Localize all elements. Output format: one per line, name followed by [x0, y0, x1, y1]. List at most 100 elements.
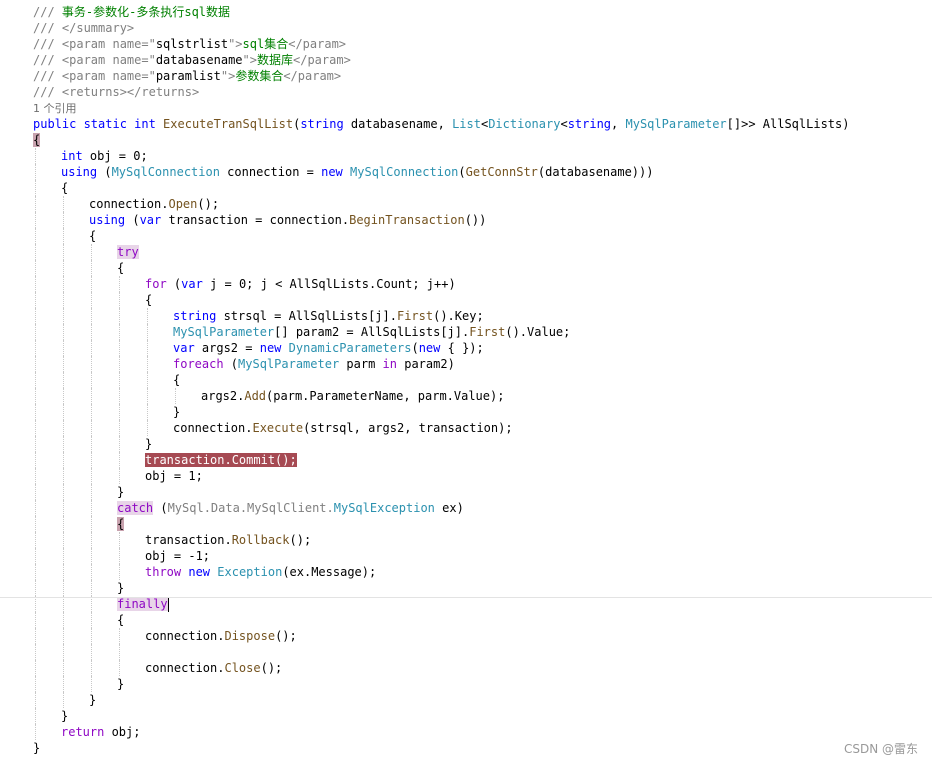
code-text: connection.Execute(strsql, args2, transa…: [173, 420, 513, 436]
code-text: int obj = 0;: [61, 148, 148, 164]
code-line[interactable]: {: [0, 180, 932, 196]
indent-guide: [35, 516, 36, 532]
code-line[interactable]: /// 事务-参数化-多条执行sql数据: [0, 4, 932, 20]
indent-guide: [35, 164, 36, 180]
code-text: }: [89, 692, 96, 708]
code-line[interactable]: /// <param name="sqlstrlist">sql集合</para…: [0, 36, 932, 52]
code-line[interactable]: using (var transaction = connection.Begi…: [0, 212, 932, 228]
code-token: connection.: [145, 629, 225, 643]
code-line[interactable]: catch (MySql.Data.MySqlClient.MySqlExcep…: [0, 500, 932, 516]
code-line[interactable]: }: [0, 404, 932, 420]
code-token: MySqlConnection: [350, 165, 459, 179]
code-token: {: [89, 229, 97, 243]
indent-guide: [91, 244, 92, 260]
indent-guide: [91, 292, 92, 308]
code-line[interactable]: transaction.Commit();: [0, 452, 932, 468]
code-line[interactable]: }: [0, 676, 932, 692]
code-token: 数据库: [256, 53, 293, 67]
indent-guide: [63, 660, 64, 676]
code-token: obj = -1;: [145, 549, 211, 563]
code-token: public static int: [33, 117, 164, 131]
code-token: }: [89, 693, 97, 707]
code-line[interactable]: try: [0, 244, 932, 260]
code-token: Exception: [217, 565, 283, 579]
code-line[interactable]: connection.Open();: [0, 196, 932, 212]
code-text: using (MySqlConnection connection = new …: [61, 164, 653, 180]
indent-guide: [91, 420, 92, 436]
code-line[interactable]: /// <param name="databasename">数据库</para…: [0, 52, 932, 68]
code-line[interactable]: int obj = 0;: [0, 148, 932, 164]
code-line[interactable]: finally: [0, 596, 932, 612]
indent-guide: [35, 596, 36, 612]
code-line[interactable]: {: [0, 228, 932, 244]
indent-guide: [35, 340, 36, 356]
code-line[interactable]: return obj;: [0, 724, 932, 740]
code-line[interactable]: /// <param name="paramlist">参数集合</param>: [0, 68, 932, 84]
code-line[interactable]: connection.Close();: [0, 660, 932, 676]
code-line[interactable]: [0, 644, 932, 660]
code-token: {: [33, 133, 41, 147]
code-token: var: [139, 213, 162, 227]
code-line[interactable]: 1 个引用: [0, 100, 932, 116]
code-line[interactable]: transaction.Rollback();: [0, 532, 932, 548]
code-token: (: [166, 277, 182, 291]
code-line[interactable]: }: [0, 484, 932, 500]
code-line[interactable]: {: [0, 292, 932, 308]
code-token: {: [117, 613, 125, 627]
indent-guide: [91, 580, 92, 596]
indent-guide: [119, 548, 120, 564]
code-line[interactable]: }: [0, 436, 932, 452]
code-token: /// <param name=": [33, 37, 156, 51]
code-line[interactable]: foreach (MySqlParameter parm in param2): [0, 356, 932, 372]
code-text: catch (MySql.Data.MySqlClient.MySqlExcep…: [117, 500, 464, 516]
code-line[interactable]: public static int ExecuteTranSqlList(str…: [0, 116, 932, 132]
code-line[interactable]: {: [0, 516, 932, 532]
code-token: string: [300, 117, 344, 131]
code-line[interactable]: /// </summary>: [0, 20, 932, 36]
code-line[interactable]: obj = -1;: [0, 548, 932, 564]
code-line[interactable]: }: [0, 580, 932, 596]
indent-guide: [35, 404, 36, 420]
code-line[interactable]: {: [0, 260, 932, 276]
code-line[interactable]: {: [0, 372, 932, 388]
code-token: ()): [464, 213, 487, 227]
indent-guide: [63, 676, 64, 692]
indent-guide: [63, 244, 64, 260]
code-line[interactable]: args2.Add(parm.ParameterName, parm.Value…: [0, 388, 932, 404]
code-line[interactable]: var args2 = new DynamicParameters(new { …: [0, 340, 932, 356]
code-token: GetConnStr: [465, 165, 538, 179]
code-text: /// 事务-参数化-多条执行sql数据: [33, 4, 230, 20]
code-token: (strsql, args2, transaction);: [303, 421, 513, 435]
code-line[interactable]: }: [0, 708, 932, 724]
code-line[interactable]: }: [0, 740, 932, 756]
code-line[interactable]: MySqlParameter[] param2 = AllSqlLists[j]…: [0, 324, 932, 340]
code-text: public static int ExecuteTranSqlList(str…: [33, 116, 849, 132]
code-line[interactable]: connection.Execute(strsql, args2, transa…: [0, 420, 932, 436]
code-line[interactable]: {: [0, 612, 932, 628]
indent-guide: [63, 260, 64, 276]
indent-guide: [119, 372, 120, 388]
code-line[interactable]: {: [0, 132, 932, 148]
code-line[interactable]: connection.Dispose();: [0, 628, 932, 644]
indent-guide: [63, 324, 64, 340]
code-line[interactable]: /// <returns></returns>: [0, 84, 932, 100]
indent-guide: [119, 276, 120, 292]
code-token: }: [61, 709, 69, 723]
indent-guide: [119, 644, 120, 660]
code-text: {: [145, 292, 152, 308]
code-token: new: [188, 565, 211, 579]
code-line[interactable]: using (MySqlConnection connection = new …: [0, 164, 932, 180]
code-line[interactable]: obj = 1;: [0, 468, 932, 484]
code-editor[interactable]: /// 事务-参数化-多条执行sql数据/// </summary>/// <p…: [0, 0, 932, 767]
indent-guide: [35, 372, 36, 388]
indent-guide: [63, 692, 64, 708]
indent-guide: [35, 308, 36, 324]
code-line[interactable]: throw new Exception(ex.Message);: [0, 564, 932, 580]
code-line[interactable]: string strsql = AllSqlLists[j].First().K…: [0, 308, 932, 324]
current-line-indicator: [0, 597, 932, 598]
code-text: finally: [117, 596, 169, 612]
code-line[interactable]: }: [0, 692, 932, 708]
code-line[interactable]: for (var j = 0; j < AllSqlLists.Count; j…: [0, 276, 932, 292]
code-text: obj = -1;: [145, 548, 210, 564]
